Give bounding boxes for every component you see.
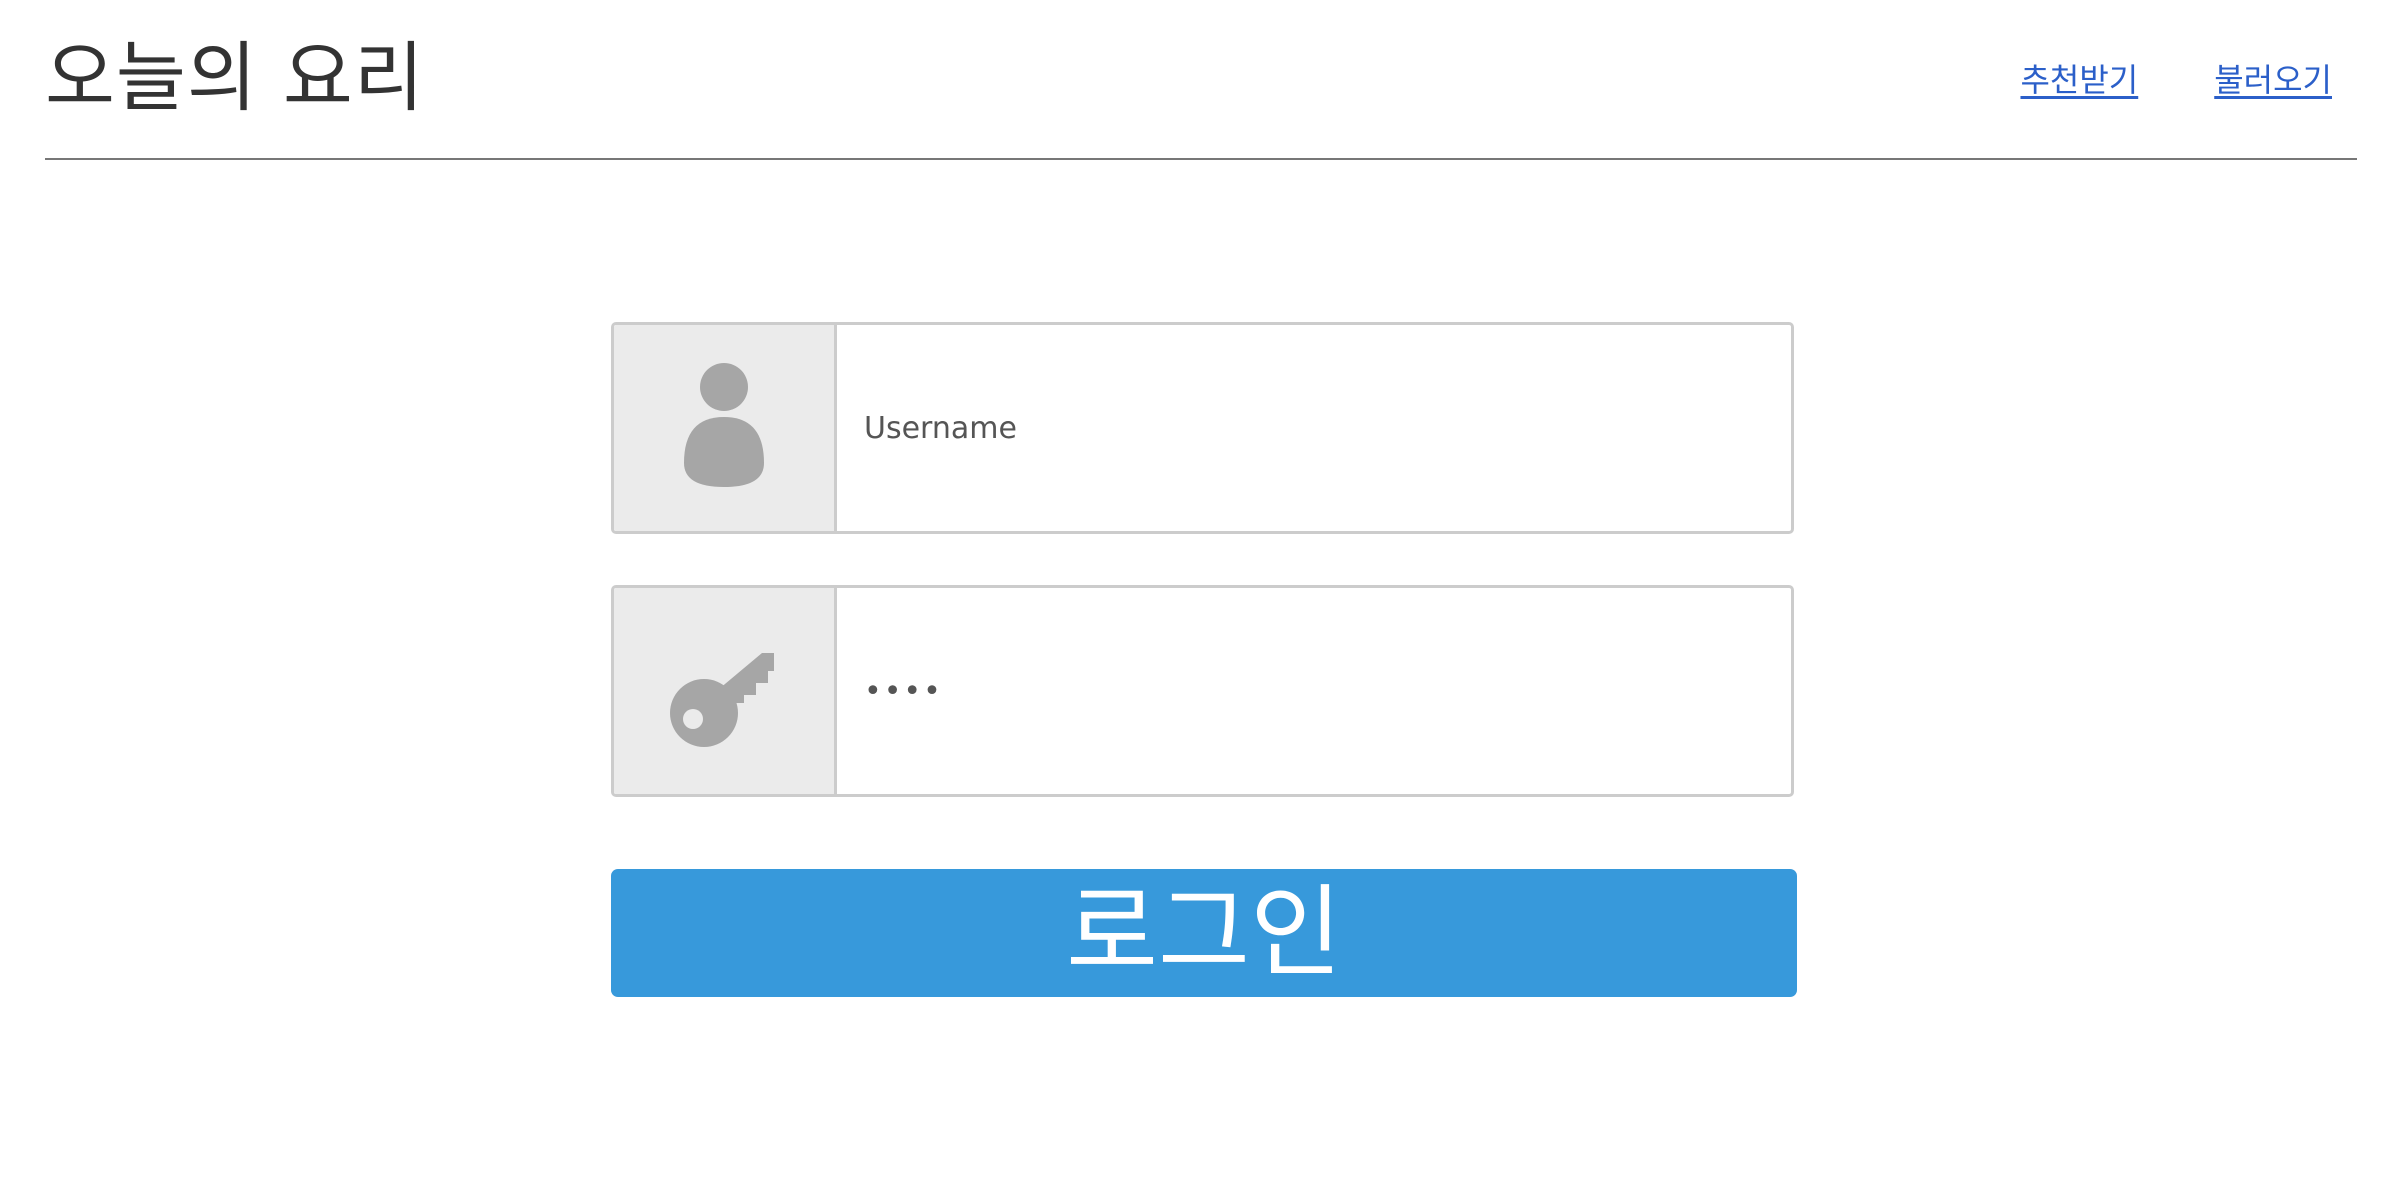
- username-addon: [614, 325, 837, 531]
- username-field-group: [611, 322, 1794, 534]
- header-nav: 추천받기 불러오기: [2020, 58, 2332, 102]
- nav-link-load[interactable]: 불러오기: [2214, 58, 2332, 102]
- login-button[interactable]: 로그인: [611, 869, 1797, 997]
- user-icon: [684, 363, 764, 487]
- password-addon: [614, 588, 837, 794]
- username-input[interactable]: [837, 325, 1791, 531]
- page-header: 오늘의 요리 추천받기 불러오기: [45, 0, 2357, 160]
- site-title: 오늘의 요리: [45, 33, 425, 122]
- nav-link-recommend[interactable]: 추천받기: [2020, 58, 2138, 102]
- password-input[interactable]: [837, 588, 1791, 794]
- key-icon: [670, 653, 774, 747]
- password-field-group: [611, 585, 1794, 797]
